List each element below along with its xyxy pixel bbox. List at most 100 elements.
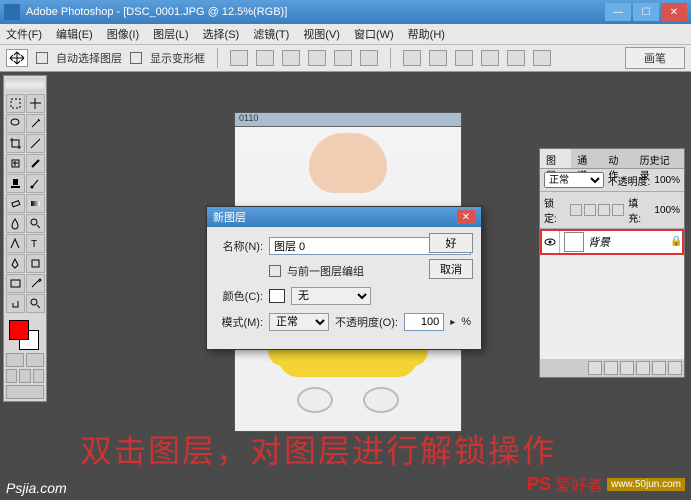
tab-layers[interactable]: 图层: [540, 149, 571, 168]
color-swatches[interactable]: [6, 317, 44, 351]
tab-history[interactable]: 历史记录: [634, 149, 684, 168]
tool-dodge[interactable]: [26, 214, 45, 233]
layer-adjust-icon[interactable]: [636, 361, 650, 375]
tool-eraser[interactable]: [6, 194, 25, 213]
toolbox-header[interactable]: [6, 78, 44, 92]
color-select[interactable]: 无: [291, 287, 371, 305]
menu-window[interactable]: 窗口(W): [354, 26, 394, 42]
maximize-button[interactable]: ☐: [633, 3, 659, 21]
distribute-btn-3[interactable]: [455, 50, 473, 66]
distribute-btn-4[interactable]: [481, 50, 499, 66]
mode-select[interactable]: 正常: [269, 313, 329, 331]
close-button[interactable]: ✕: [661, 3, 687, 21]
svg-text:T: T: [31, 239, 37, 250]
distribute-btn-5[interactable]: [507, 50, 525, 66]
lock-move-icon[interactable]: [598, 204, 610, 216]
group-checkbox[interactable]: [269, 265, 281, 277]
mode-quickmask[interactable]: [26, 353, 44, 367]
tool-brush[interactable]: [26, 154, 45, 173]
lock-icon: 🔒: [670, 236, 684, 247]
tool-shape[interactable]: [26, 254, 45, 273]
distribute-btn-1[interactable]: [403, 50, 421, 66]
foreground-color[interactable]: [9, 320, 29, 340]
opacity-input[interactable]: [404, 313, 444, 331]
tool-path[interactable]: [6, 234, 25, 253]
screen-full-menu[interactable]: [19, 369, 30, 383]
layer-folder-icon[interactable]: [620, 361, 634, 375]
menu-image[interactable]: 图像(I): [107, 26, 139, 42]
move-tool-icon[interactable]: [6, 49, 28, 67]
align-btn-4[interactable]: [308, 50, 326, 66]
distribute-btn-2[interactable]: [429, 50, 447, 66]
distribute-btn-6[interactable]: [533, 50, 551, 66]
watermark-logo: PS: [527, 474, 551, 495]
tool-notes[interactable]: [6, 274, 25, 293]
tool-marquee[interactable]: [6, 94, 25, 113]
mode-standard[interactable]: [6, 353, 24, 367]
visibility-eye-icon[interactable]: [540, 229, 560, 254]
layer-mask-icon[interactable]: [604, 361, 618, 375]
watermark-right: PS 爱好者 www.50jun.com: [527, 472, 685, 496]
tab-channels[interactable]: 通道: [571, 149, 602, 168]
layer-row-background[interactable]: 背景 🔒: [540, 229, 684, 255]
tool-blur[interactable]: [6, 214, 25, 233]
dialog-close-button[interactable]: ✕: [457, 210, 475, 224]
layer-thumbnail[interactable]: [564, 232, 584, 252]
dialog-titlebar[interactable]: 新图层 ✕: [207, 207, 481, 227]
minimize-button[interactable]: —: [605, 3, 631, 21]
tool-stamp[interactable]: [6, 174, 25, 193]
show-bounds-label: 显示变形框: [150, 50, 205, 66]
tool-zoom[interactable]: [26, 294, 45, 313]
jump-to-imageready[interactable]: [6, 385, 44, 399]
layer-name[interactable]: 背景: [588, 234, 670, 250]
tool-heal[interactable]: [6, 154, 25, 173]
tool-history-brush[interactable]: [26, 174, 45, 193]
align-btn-1[interactable]: [230, 50, 248, 66]
tool-hand[interactable]: [6, 294, 25, 313]
menu-edit[interactable]: 编辑(E): [56, 26, 93, 42]
tool-pen[interactable]: [6, 254, 25, 273]
cancel-button[interactable]: 取消: [429, 259, 473, 279]
menu-view[interactable]: 视图(V): [303, 26, 340, 42]
tool-move[interactable]: [26, 94, 45, 113]
auto-select-checkbox[interactable]: [36, 52, 48, 64]
menu-file[interactable]: 文件(F): [6, 26, 42, 42]
fill-value[interactable]: 100%: [654, 205, 680, 216]
tool-crop[interactable]: [6, 134, 25, 153]
new-layer-icon[interactable]: [652, 361, 666, 375]
tool-type[interactable]: T: [26, 234, 45, 253]
layers-panel: 图层 通道 动作 历史记录 正常 不透明度: 100% 锁定: 填充: 100%: [539, 148, 685, 378]
screen-standard[interactable]: [6, 369, 17, 383]
tool-slice[interactable]: [26, 134, 45, 153]
blend-mode-select[interactable]: 正常: [544, 172, 604, 188]
menu-help[interactable]: 帮助(H): [408, 26, 445, 42]
brush-palette-tab[interactable]: 画笔: [625, 47, 685, 69]
screen-full[interactable]: [33, 369, 44, 383]
menu-filter[interactable]: 滤镜(T): [253, 26, 289, 42]
name-label: 名称(N):: [217, 238, 263, 254]
align-btn-5[interactable]: [334, 50, 352, 66]
lock-label: 锁定:: [544, 195, 566, 225]
lock-all-icon[interactable]: [612, 204, 624, 216]
menu-select[interactable]: 选择(S): [203, 26, 240, 42]
tool-gradient[interactable]: [26, 194, 45, 213]
align-btn-2[interactable]: [256, 50, 274, 66]
menubar: 文件(F) 编辑(E) 图像(I) 图层(L) 选择(S) 滤镜(T) 视图(V…: [0, 24, 691, 44]
tool-wand[interactable]: [26, 114, 45, 133]
color-label: 颜色(C):: [217, 288, 263, 304]
options-bar: 自动选择图层 显示变形框 画笔: [0, 44, 691, 72]
panel-opacity-value[interactable]: 100%: [654, 175, 680, 186]
lock-paint-icon[interactable]: [584, 204, 596, 216]
canvas-header: 0110: [235, 113, 461, 127]
delete-layer-icon[interactable]: [668, 361, 682, 375]
tool-lasso[interactable]: [6, 114, 25, 133]
menu-layer[interactable]: 图层(L): [153, 26, 188, 42]
ok-button[interactable]: 好: [429, 233, 473, 253]
align-btn-3[interactable]: [282, 50, 300, 66]
tool-eyedropper[interactable]: [26, 274, 45, 293]
show-bounds-checkbox[interactable]: [130, 52, 142, 64]
layer-fx-icon[interactable]: [588, 361, 602, 375]
lock-transparent-icon[interactable]: [570, 204, 582, 216]
align-btn-6[interactable]: [360, 50, 378, 66]
tab-actions[interactable]: 动作: [602, 149, 633, 168]
